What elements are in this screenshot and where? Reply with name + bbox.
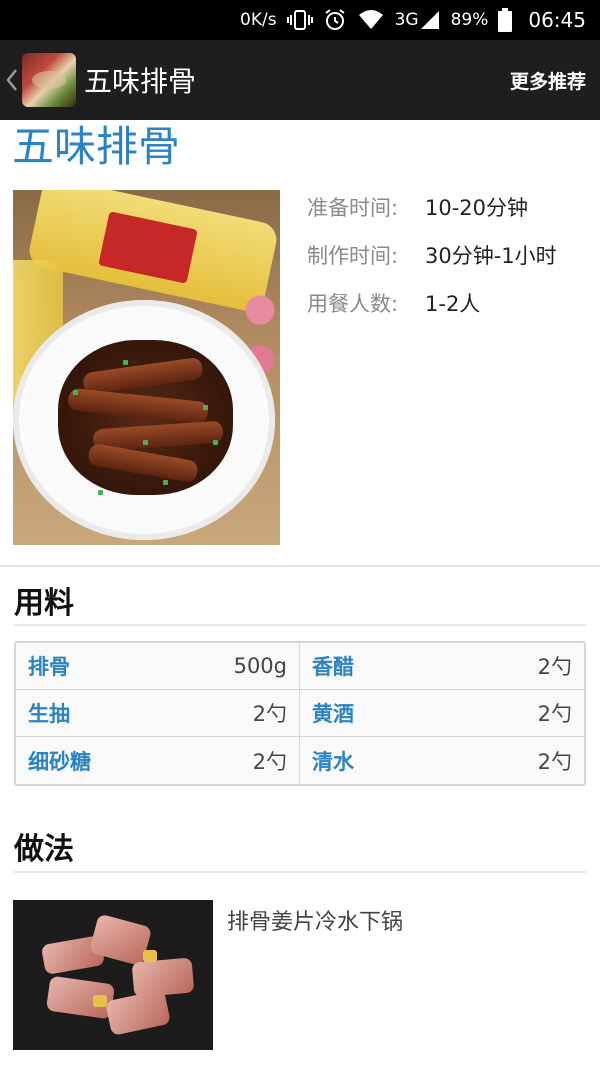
network-type-label: 3G <box>394 10 419 30</box>
divider <box>0 565 600 567</box>
ingredient-name[interactable]: 排骨 <box>28 651 70 681</box>
ingredient-qty: 2勺 <box>537 702 572 726</box>
info-value: 10-20分钟 <box>425 196 529 220</box>
recipe-title: 五味排骨 <box>12 122 181 171</box>
network-type: 3G <box>395 9 441 31</box>
method-step: 排骨姜片冷水下锅 <box>13 900 587 1050</box>
ingredient-name[interactable]: 黄酒 <box>312 698 354 728</box>
wifi-icon <box>357 9 385 31</box>
status-bar: 0K/s 3G 89% 06:45 <box>0 0 600 40</box>
ingredient-item[interactable]: 清水 2勺 <box>300 737 584 784</box>
info-label: 制作时间: <box>307 244 399 268</box>
clock: 06:45 <box>528 8 586 32</box>
ingredient-qty: 2勺 <box>537 655 572 679</box>
ingredient-name[interactable]: 清水 <box>312 746 354 776</box>
ingredient-qty: 2勺 <box>252 749 287 774</box>
recipe-photo <box>13 190 280 545</box>
alarm-icon <box>323 8 347 32</box>
ingredient-item[interactable]: 排骨 500g <box>16 643 300 690</box>
info-value: 30分钟-1小时 <box>425 244 557 268</box>
recipe-info: 准备时间: 10-20分钟 制作时间: 30分钟-1小时 用餐人数: 1-2人 <box>307 196 557 340</box>
back-chevron-icon[interactable] <box>2 40 22 120</box>
ingredient-item[interactable]: 香醋 2勺 <box>300 643 584 690</box>
section-rule <box>14 624 586 626</box>
signal-icon <box>419 9 441 31</box>
ingredient-name[interactable]: 生抽 <box>28 698 70 728</box>
ingredient-item[interactable]: 细砂糖 2勺 <box>16 737 300 784</box>
info-row-prep: 准备时间: 10-20分钟 <box>307 196 557 244</box>
app-title: 五味排骨 <box>84 65 197 98</box>
vibrate-icon <box>286 9 313 31</box>
info-value: 1-2人 <box>425 292 481 316</box>
section-rule <box>14 871 586 873</box>
ingredient-qty: 2勺 <box>252 702 287 726</box>
step-photo[interactable] <box>13 900 213 1050</box>
more-recommendations-button[interactable]: 更多推荐 <box>510 67 586 94</box>
app-thumbnail[interactable] <box>22 53 76 107</box>
info-label: 准备时间: <box>307 196 399 220</box>
battery-icon <box>498 8 513 32</box>
ingredient-item[interactable]: 黄酒 2勺 <box>300 690 584 737</box>
info-label: 用餐人数: <box>307 292 399 316</box>
ingredient-name[interactable]: 细砂糖 <box>28 746 91 776</box>
ingredients-table: 排骨 500g 香醋 2勺 生抽 2勺 黄酒 2勺 细砂糖 2勺 清水 2勺 <box>14 641 586 786</box>
app-bar: 五味排骨 更多推荐 <box>0 40 600 120</box>
info-row-cook: 制作时间: 30分钟-1小时 <box>307 244 557 292</box>
method-title: 做法 <box>14 832 74 867</box>
ingredient-qty: 500g <box>233 654 287 678</box>
network-speed: 0K/s <box>240 10 277 30</box>
ingredient-qty: 2勺 <box>537 749 572 774</box>
ingredient-name[interactable]: 香醋 <box>312 651 354 681</box>
ingredient-item[interactable]: 生抽 2勺 <box>16 690 300 737</box>
ingredients-title: 用料 <box>14 586 74 621</box>
info-row-servings: 用餐人数: 1-2人 <box>307 292 557 340</box>
step-text: 排骨姜片冷水下锅 <box>227 910 404 935</box>
battery-percent: 89% <box>450 10 489 30</box>
